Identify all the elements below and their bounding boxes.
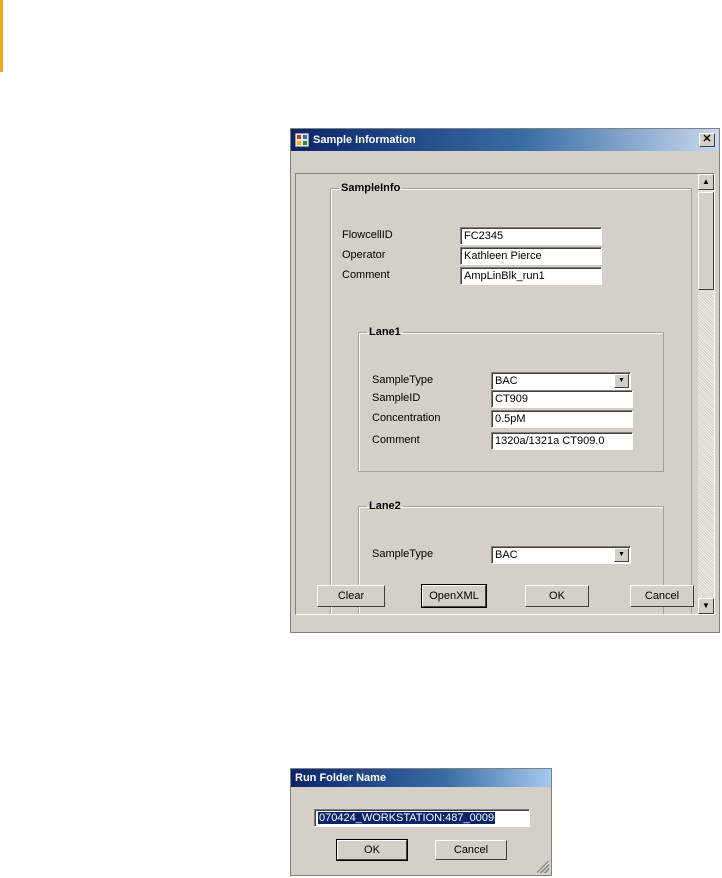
vertical-scrollbar[interactable]: ▲ ▼ — [698, 174, 714, 614]
scroll-pane[interactable]: SampleInfo FlowcellID FC2345 Operator Ka… — [295, 173, 715, 615]
lane2-legend: Lane2 — [369, 500, 401, 512]
sample-information-window: Sample Information ✕ SampleInfo Flowcell… — [290, 128, 720, 633]
lane1-legend: Lane1 — [369, 326, 401, 338]
ok-button[interactable]: OK — [525, 585, 589, 607]
operator-label: Operator — [342, 249, 386, 261]
lane1-sampletype-value: BAC — [495, 375, 518, 387]
resize-grip-icon[interactable] — [537, 861, 549, 873]
flowcellid-field[interactable]: FC2345 — [460, 227, 602, 245]
run-folder-name-field[interactable]: 070424_WORKSTATION:487_0009 — [314, 809, 530, 827]
window-title: Sample Information — [313, 134, 416, 146]
close-button[interactable]: ✕ — [699, 133, 715, 147]
lane1-comment-field[interactable]: 1320a/1321a CT909.0 — [491, 432, 633, 450]
openxml-button[interactable]: OpenXML — [421, 584, 487, 608]
lane1-sampletype-dropdown[interactable]: BAC ▼ — [491, 372, 631, 390]
lane1-comment-label: Comment — [372, 434, 420, 446]
run-folder-name-window: Run Folder Name 070424_WORKSTATION:487_0… — [290, 768, 552, 876]
lane1-sampletype-label: SampleType — [372, 374, 434, 386]
sampleinfo-legend: SampleInfo — [341, 182, 401, 194]
title-bar[interactable]: Sample Information ✕ — [291, 129, 719, 151]
window-title: Run Folder Name — [295, 772, 387, 784]
operator-field[interactable]: Kathleen Pierce — [460, 247, 602, 265]
lane2-sampletype-dropdown[interactable]: BAC ▼ — [491, 546, 631, 564]
lane1-sampleid-field[interactable]: CT909 — [491, 390, 633, 408]
clear-button[interactable]: Clear — [317, 585, 385, 607]
lane2-sampletype-label: SampleType — [372, 548, 434, 560]
lane1-concentration-label: Concentration — [372, 412, 441, 424]
ok-button[interactable]: OK — [336, 839, 408, 861]
lane2-sampletype-value: BAC — [495, 549, 518, 561]
title-bar[interactable]: Run Folder Name — [291, 769, 551, 787]
scroll-thumb[interactable] — [698, 192, 714, 290]
lane1-concentration-field[interactable]: 0.5pM — [491, 410, 633, 428]
chevron-down-icon[interactable]: ▼ — [614, 548, 629, 562]
run-folder-name-value: 070424_WORKSTATION:487_0009 — [318, 812, 496, 824]
scroll-up-button[interactable]: ▲ — [698, 174, 714, 190]
comment-label: Comment — [342, 269, 390, 281]
comment-field[interactable]: AmpLinBlk_run1 — [460, 267, 602, 285]
chevron-down-icon[interactable]: ▼ — [614, 374, 629, 388]
accent-bar — [0, 0, 3, 72]
lane1-sampleid-label: SampleID — [372, 392, 421, 404]
flowcellid-label: FlowcellID — [342, 229, 393, 241]
app-icon — [295, 133, 309, 147]
cancel-button[interactable]: Cancel — [435, 840, 507, 860]
cancel-button[interactable]: Cancel — [630, 585, 694, 607]
scroll-down-button[interactable]: ▼ — [698, 598, 714, 614]
